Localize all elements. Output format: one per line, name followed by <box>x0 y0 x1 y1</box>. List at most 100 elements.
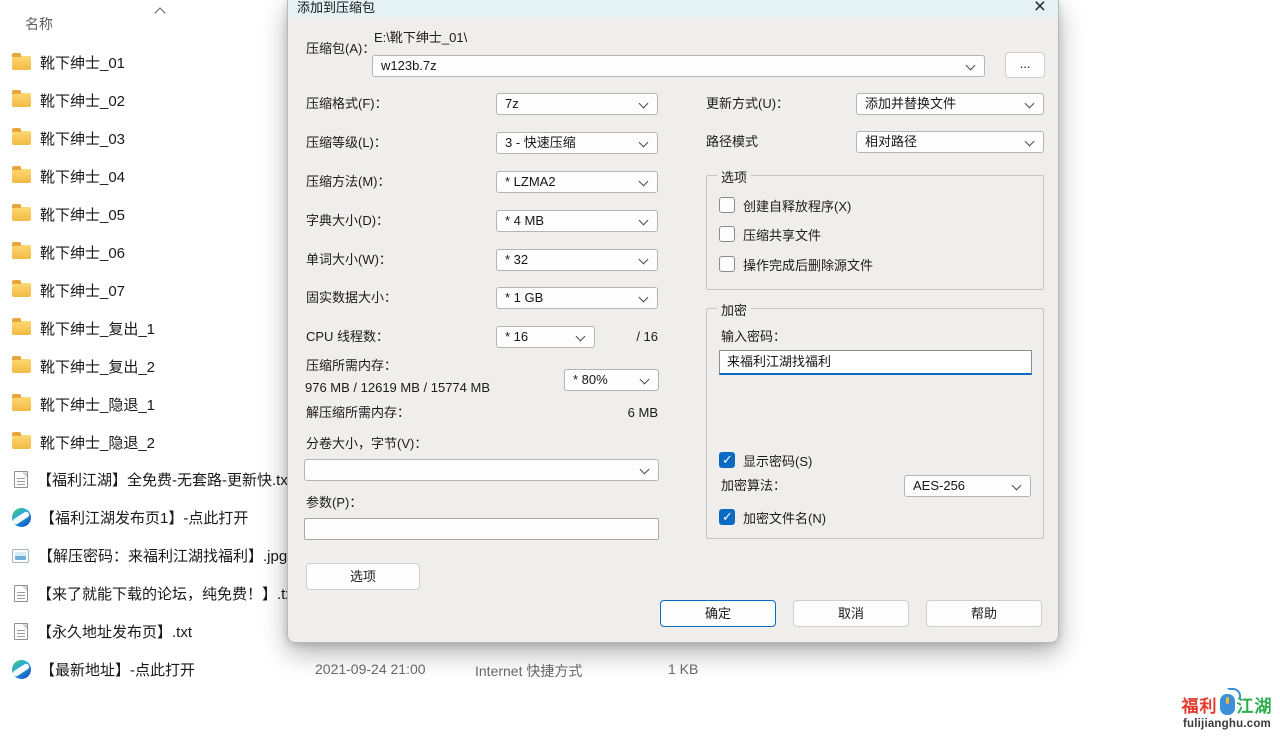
folder-icon <box>12 245 31 259</box>
encryption-method-select[interactable]: AES-256 <box>904 475 1031 497</box>
file-type-value: Internet 快捷方式 <box>475 661 582 681</box>
compress-shared-checkbox[interactable]: 压缩共享文件 <box>719 225 821 243</box>
list-item[interactable]: 靴下绅士_隐退_2 <box>12 423 282 461</box>
list-item[interactable]: 靴下绅士_04 <box>12 157 282 195</box>
folder-icon <box>12 359 31 373</box>
password-input[interactable]: 来福利江湖找福利 <box>719 350 1032 375</box>
cpu-threads-select[interactable]: * 16 <box>496 326 595 348</box>
parameters-input[interactable] <box>304 518 659 540</box>
list-item[interactable]: 靴下绅士_07 <box>12 271 282 309</box>
method-label: 压缩方法(M)： <box>306 171 391 193</box>
mouse-icon <box>1220 694 1235 715</box>
file-name: 靴下绅士_05 <box>40 204 125 225</box>
level-select[interactable]: 3 - 快速压缩 <box>496 132 658 154</box>
word-size-label: 单词大小(W)： <box>306 249 392 271</box>
checkbox-icon[interactable] <box>719 256 735 272</box>
memory-decompress-value: 6 MB <box>588 402 658 424</box>
password-label: 输入密码： <box>721 326 786 348</box>
list-item[interactable]: 【来了就能下载的论坛，纯免费！】.txt <box>12 575 282 613</box>
file-name: 靴下绅士_04 <box>40 166 125 187</box>
options-group: 选项 创建自释放程序(X) 压缩共享文件 操作完成后删除源文件 <box>706 175 1044 290</box>
format-label: 压缩格式(F)： <box>306 93 388 115</box>
memory-compress-values: 976 MB / 12619 MB / 15774 MB <box>305 377 490 399</box>
checkbox-icon[interactable] <box>719 226 735 242</box>
column-header-name[interactable]: 名称 <box>25 14 53 34</box>
options-button[interactable]: 选项 <box>306 563 420 590</box>
cpu-threads-max: / 16 <box>618 326 658 348</box>
edge-icon <box>12 660 31 679</box>
list-item[interactable]: 靴下绅士_05 <box>12 195 282 233</box>
list-item[interactable]: 【解压密码：来福利江湖找福利】.jpg <box>12 537 282 575</box>
file-size-value: 1 KB <box>668 661 698 677</box>
file-name: 【来了就能下载的论坛，纯免费！】.txt <box>37 583 297 604</box>
file-name: 【永久地址发布页】.txt <box>37 621 192 642</box>
list-item[interactable]: 靴下绅士_03 <box>12 119 282 157</box>
folder-icon <box>12 321 31 335</box>
format-select[interactable]: 7z <box>496 93 658 115</box>
cancel-button[interactable]: 取消 <box>793 600 909 627</box>
list-item[interactable]: 【最新地址】-点此打开 <box>12 651 282 689</box>
folder-icon <box>12 207 31 221</box>
delete-after-checkbox[interactable]: 操作完成后删除源文件 <box>719 255 873 273</box>
list-item[interactable]: 靴下绅士_复出_1 <box>12 309 282 347</box>
update-mode-select[interactable]: 添加并替换文件 <box>856 93 1044 115</box>
help-button[interactable]: 帮助 <box>926 600 1042 627</box>
file-name: 靴下绅士_隐退_2 <box>40 432 155 453</box>
list-item[interactable]: 靴下绅士_隐退_1 <box>12 385 282 423</box>
file-name: 【福利江湖】全免费-无套路-更新快.txt <box>37 469 292 490</box>
encrypt-filenames-checkbox[interactable]: 加密文件名(N) <box>719 508 826 526</box>
create-sfx-checkbox[interactable]: 创建自释放程序(X) <box>719 196 851 214</box>
add-to-archive-dialog: 添加到压缩包 × 压缩包(A)： E:\靴下绅士_01\ w123b.7z ..… <box>287 0 1059 643</box>
watermark-text-left: 福利 <box>1182 692 1218 717</box>
word-size-select[interactable]: * 32 <box>496 249 658 271</box>
volume-size-combobox[interactable] <box>304 459 659 481</box>
txt-icon <box>14 585 28 602</box>
folder-icon <box>12 169 31 183</box>
solid-block-select[interactable]: * 1 GB <box>496 287 658 309</box>
list-item[interactable]: 【福利江湖】全免费-无套路-更新快.txt <box>12 461 282 499</box>
path-mode-label: 路径模式 <box>706 131 758 153</box>
ok-button[interactable]: 确定 <box>660 600 776 627</box>
folder-icon <box>12 131 31 145</box>
dialog-titlebar: 添加到压缩包 × <box>288 0 1058 17</box>
list-item[interactable]: 靴下绅士_复出_2 <box>12 347 282 385</box>
list-item[interactable]: 靴下绅士_01 <box>12 44 282 82</box>
list-item[interactable]: 靴下绅士_02 <box>12 81 282 119</box>
file-name: 【解压密码：来福利江湖找福利】.jpg <box>38 545 287 566</box>
checkbox-icon[interactable] <box>719 509 735 525</box>
file-name: 靴下绅士_06 <box>40 242 125 263</box>
memory-decompress-label: 解压缩所需内存： <box>306 402 410 424</box>
file-name: 靴下绅士_03 <box>40 128 125 149</box>
memory-percent-select[interactable]: * 80% <box>564 369 659 391</box>
folder-icon <box>12 283 31 297</box>
encryption-group-legend: 加密 <box>717 300 751 319</box>
volume-size-label: 分卷大小，字节(V)： <box>306 433 427 455</box>
show-password-checkbox[interactable]: 显示密码(S) <box>719 451 812 469</box>
checkbox-icon[interactable] <box>719 197 735 213</box>
txt-icon <box>14 471 28 488</box>
browse-button[interactable]: ... <box>1005 52 1045 78</box>
file-name: 靴下绅士_01 <box>40 52 125 73</box>
file-name: 靴下绅士_隐退_1 <box>40 394 155 415</box>
encryption-method-label: 加密算法： <box>721 475 786 497</box>
folder-icon <box>12 56 31 70</box>
file-name: 靴下绅士_复出_2 <box>40 356 155 377</box>
checkbox-icon[interactable] <box>719 452 735 468</box>
dialog-title: 添加到压缩包 <box>297 0 375 16</box>
level-label: 压缩等级(L)： <box>306 132 387 154</box>
edge-icon <box>12 508 31 527</box>
close-icon[interactable]: × <box>1034 0 1046 19</box>
archive-name-combobox[interactable]: w123b.7z <box>372 55 985 77</box>
list-item[interactable]: 【永久地址发布页】.txt <box>12 613 282 651</box>
file-name: 【福利江湖发布页1】-点此打开 <box>40 507 248 528</box>
folder-icon <box>12 435 31 449</box>
parameters-label: 参数(P)： <box>306 492 362 514</box>
watermark-logo: 福利 江湖 fulijianghu.com <box>1177 692 1277 730</box>
dictionary-select[interactable]: * 4 MB <box>496 210 658 232</box>
archive-path: E:\靴下绅士_01\ <box>374 27 467 49</box>
list-item[interactable]: 【福利江湖发布页1】-点此打开 <box>12 499 282 537</box>
date-modified-value: 2021-09-24 21:00 <box>315 661 426 677</box>
list-item[interactable]: 靴下绅士_06 <box>12 233 282 271</box>
method-select[interactable]: * LZMA2 <box>496 171 658 193</box>
path-mode-select[interactable]: 相对路径 <box>856 131 1044 153</box>
